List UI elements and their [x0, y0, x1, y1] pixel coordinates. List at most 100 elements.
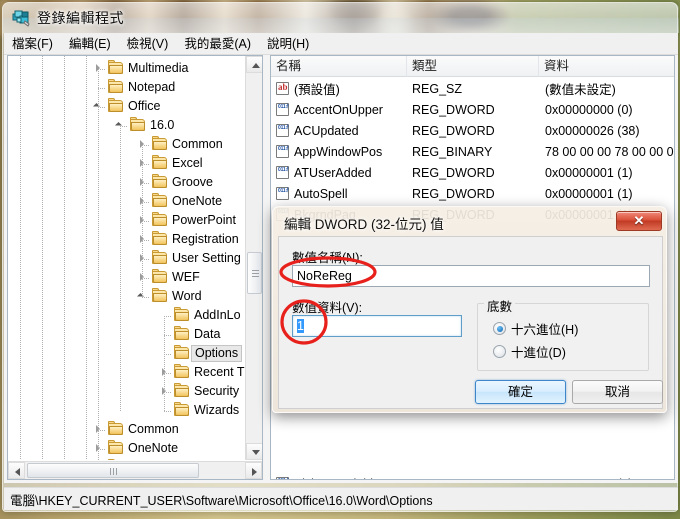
table-row[interactable]: AppWindowPos REG_BINARY 78 00 00 00 78 00 … [271, 141, 674, 162]
hscroll-thumb[interactable] [27, 463, 199, 478]
tree-item-data[interactable]: Data [174, 325, 220, 344]
menu-view[interactable]: 檢視(V) [119, 34, 177, 54]
ok-button[interactable]: 確定 [475, 380, 566, 404]
table-row[interactable]: ACUpdated REG_DWORD 0x00000026 (38) [271, 120, 674, 141]
grip-icon [252, 270, 259, 277]
folder-icon [108, 421, 124, 436]
tree-item-recent-t[interactable]: Recent T [162, 363, 245, 382]
tree-item-registration[interactable]: Registration [140, 230, 239, 249]
value-type: REG_DWORD [412, 186, 495, 201]
base-group-label: 底數 [484, 296, 516, 315]
tree-item-office[interactable]: Office [92, 97, 161, 116]
tree-connector-line [142, 221, 150, 222]
table-row[interactable]: VisiForceField REG_DWORD 0x00000000 (0) [271, 473, 674, 479]
tree-item-label: User Setting [172, 251, 241, 265]
table-row[interactable]: (預設值) REG_SZ (數值未設定) [271, 78, 674, 99]
column-header-data[interactable]: 資料 [539, 56, 674, 77]
title-bar[interactable]: 登錄編輯程式 [3, 3, 679, 33]
folder-icon [174, 402, 190, 417]
column-header-name[interactable]: 名稱 [271, 56, 407, 77]
folder-icon [108, 98, 124, 113]
tree-item-wizards[interactable]: Wizards [174, 401, 239, 420]
tree-item-onenote[interactable]: OneNote [140, 192, 223, 211]
tree-item-label: Multimedia [128, 61, 189, 75]
value-name-label: 數值名稱(N): [292, 251, 363, 265]
folder-icon [174, 326, 190, 341]
table-row[interactable]: AccentOnUpper REG_DWORD 0x00000000 (0) [271, 99, 674, 120]
tree-item-label: OneNote [128, 441, 179, 455]
scroll-left-button[interactable] [8, 462, 25, 479]
value-data-input[interactable]: 1 [292, 315, 462, 337]
dialog-body: 數值名稱(N): NoReReg 數值資料(V): 1 底數 十六進位(H) 十… [278, 236, 663, 409]
scroll-up-button[interactable] [246, 56, 262, 73]
value-type: REG_SZ [412, 81, 463, 96]
tree-horizontal-scrollbar[interactable] [8, 461, 262, 479]
menu-file[interactable]: 檔案(F) [4, 34, 61, 54]
tree-item-excel[interactable]: Excel [140, 154, 203, 173]
tree-connector-line [20, 56, 21, 460]
tree-item-user-setting[interactable]: User Setting [140, 249, 241, 268]
radio-decimal[interactable]: 十進位(D) [493, 342, 566, 361]
folder-icon [152, 288, 168, 303]
status-bar: 電腦\HKEY_CURRENT_USER\Software\Microsoft\… [4, 487, 678, 510]
tree-item-powerpoint[interactable]: PowerPoint [108, 458, 192, 460]
tree-item-label: Office [128, 99, 161, 113]
value-name-text: NoReReg [297, 269, 352, 283]
value-data-text: 1 [297, 319, 304, 333]
edit-dword-dialog: 編輯 DWORD (32-位元) 值 ✕ 數值名稱(N): NoReReg 數值… [272, 206, 667, 413]
tree-item-security[interactable]: Security [162, 382, 239, 401]
tree-item-notepad[interactable]: Notepad [108, 78, 175, 97]
tree-connector-line [164, 392, 172, 393]
tree-item-wef[interactable]: WEF [140, 268, 200, 287]
tree-item-multimedia[interactable]: Multimedia [96, 59, 189, 78]
folder-icon [174, 345, 190, 360]
radio-off-icon [493, 345, 506, 358]
value-data-label: 數值資料(V): [292, 301, 363, 315]
scroll-down-button[interactable] [246, 443, 262, 460]
tree-item-label: OneNote [172, 194, 223, 208]
folder-icon [152, 174, 168, 189]
scroll-right-button[interactable] [245, 462, 262, 479]
tree-item-onenote[interactable]: OneNote [96, 439, 179, 458]
tree-item-common[interactable]: Common [140, 135, 223, 154]
table-row[interactable]: ATUserAdded REG_DWORD 0x00000001 (1) [271, 162, 674, 183]
tree-item-common[interactable]: Common [96, 420, 179, 439]
dialog-title-bar[interactable]: 編輯 DWORD (32-位元) 值 ✕ [273, 207, 666, 236]
triangle-left-icon [15, 468, 20, 476]
value-name: ACUpdated [294, 123, 359, 138]
menu-help[interactable]: 說明(H) [259, 34, 317, 54]
tree-item-powerpoint[interactable]: PowerPoint [140, 211, 236, 230]
menu-edit[interactable]: 編輯(E) [61, 34, 119, 54]
menu-favorites[interactable]: 我的最愛(A) [176, 34, 259, 54]
tree-vertical-scrollbar[interactable] [245, 56, 262, 460]
tree-item-groove[interactable]: Groove [140, 173, 213, 192]
window-title: 登錄編輯程式 [37, 10, 124, 26]
scroll-thumb[interactable] [247, 252, 262, 294]
value-name-input[interactable]: NoReReg [292, 265, 650, 287]
tree-item-options[interactable]: Options [174, 344, 243, 363]
tree-connector-line [142, 297, 150, 298]
table-row[interactable]: AutoSpell REG_DWORD 0x00000001 (1) [271, 183, 674, 204]
column-header-type[interactable]: 類型 [407, 56, 539, 77]
tree-connector-line [120, 126, 121, 411]
tree-connector-line [164, 354, 172, 355]
tree-connector-line [98, 88, 106, 89]
tree-item-label: Common [172, 137, 223, 151]
tree-item-addinlo[interactable]: AddInLo [174, 306, 241, 325]
folder-icon [174, 364, 190, 379]
tree-connector-line [142, 202, 150, 203]
dword-value-icon [275, 144, 291, 159]
registry-tree[interactable]: Multimedia Notepad Office 16.0 Common Excel Gr… [8, 56, 245, 460]
tree-item-word[interactable]: Word [136, 287, 202, 306]
value-data: 0x00000026 (38) [545, 123, 640, 138]
value-data: 0x00000000 (0) [545, 102, 633, 117]
radio-hexadecimal[interactable]: 十六進位(H) [493, 319, 578, 338]
listview-header: 名稱 類型 資料 [271, 56, 674, 77]
cancel-button[interactable]: 取消 [572, 380, 663, 404]
value-type: REG_DWORD [412, 102, 495, 117]
folder-icon [108, 60, 124, 75]
registry-tree-pane[interactable]: Multimedia Notepad Office 16.0 Common Excel Gr… [7, 55, 263, 480]
tree-item-16-0[interactable]: 16.0 [114, 116, 174, 135]
close-button[interactable]: ✕ [616, 211, 662, 231]
folder-icon [174, 307, 190, 322]
